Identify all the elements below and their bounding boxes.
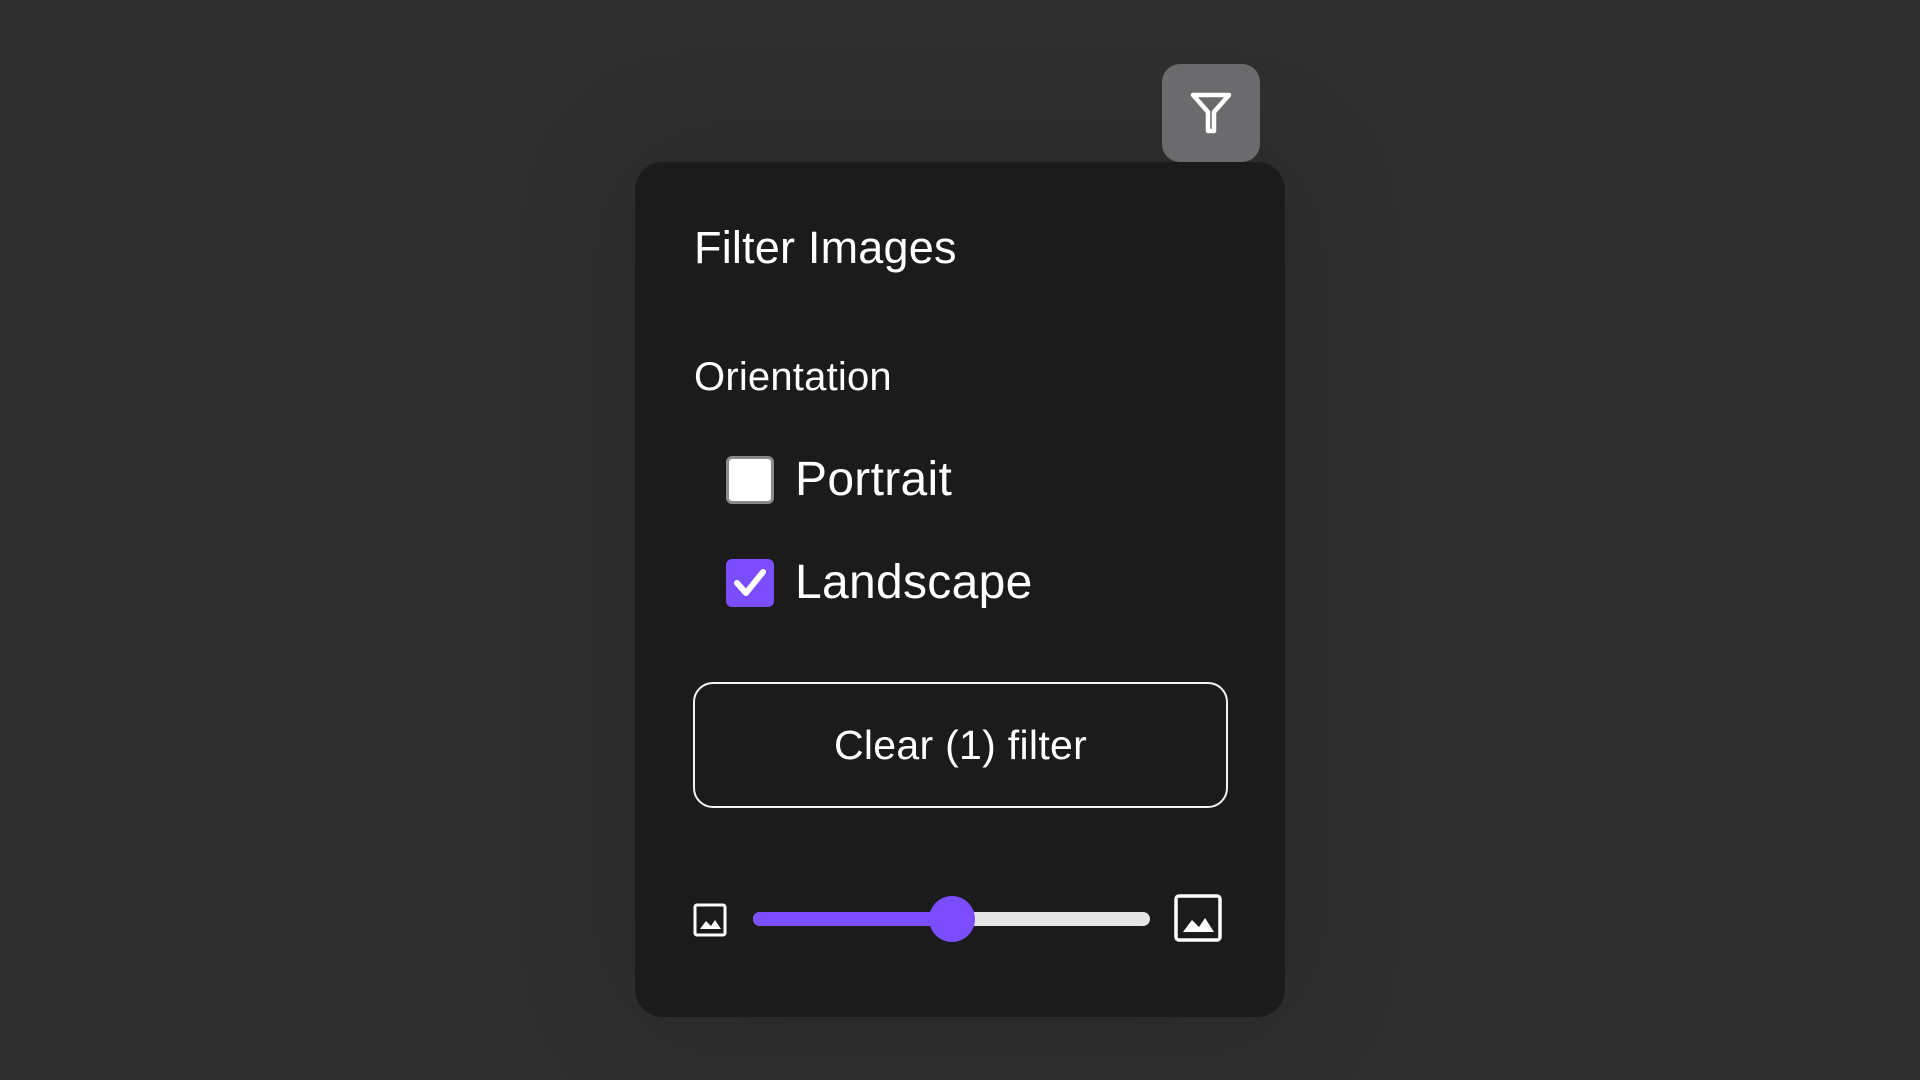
slider-thumb[interactable] <box>928 896 975 942</box>
landscape-option[interactable]: Landscape <box>726 555 1033 610</box>
landscape-checkbox[interactable] <box>726 558 774 607</box>
portrait-label: Portrait <box>795 453 953 506</box>
filter-panel: Filter Images Orientation Portrait Lands… <box>635 162 1285 1017</box>
checkmark-icon <box>734 568 766 596</box>
thumbnail-size-control <box>693 887 1233 951</box>
clear-filter-button[interactable]: Clear (1) filter <box>693 682 1228 808</box>
slider-fill <box>753 912 952 926</box>
portrait-option[interactable]: Portrait <box>726 452 952 507</box>
image-large-icon <box>1174 894 1222 942</box>
image-small-icon <box>693 903 727 937</box>
orientation-heading: Orientation <box>694 355 892 399</box>
filter-funnel-icon <box>1190 92 1232 134</box>
landscape-label: Landscape <box>795 556 1033 609</box>
filter-toggle-button[interactable] <box>1162 64 1260 162</box>
portrait-checkbox[interactable] <box>726 455 774 504</box>
panel-title: Filter Images <box>694 222 957 273</box>
page: Filter Images Orientation Portrait Lands… <box>0 0 1920 1080</box>
thumbnail-size-slider[interactable] <box>753 887 1150 951</box>
